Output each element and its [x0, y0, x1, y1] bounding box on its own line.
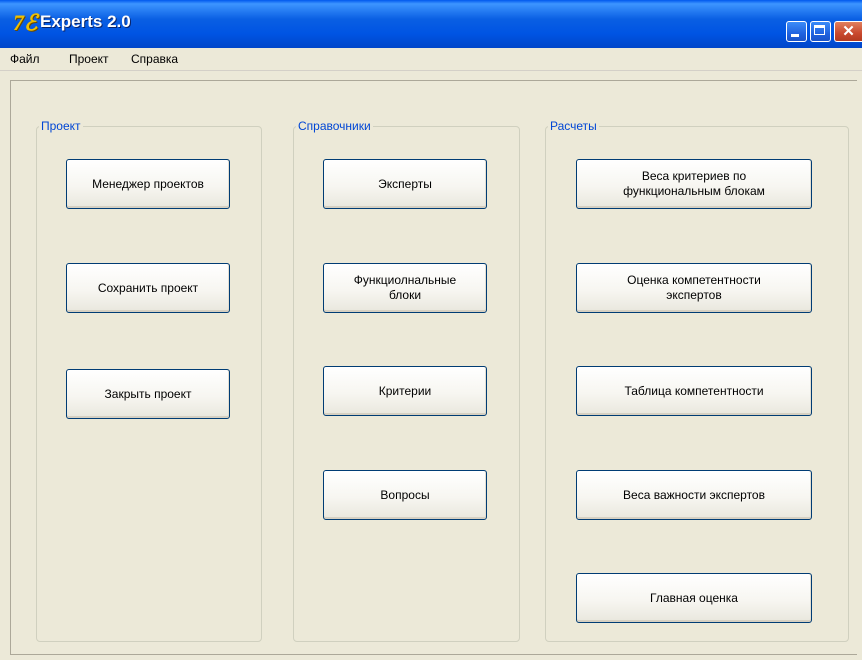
group-reference-legend: Справочники [296, 119, 373, 133]
menu-bar: Файл Проект Справка [0, 48, 862, 71]
maximize-button[interactable] [810, 21, 831, 42]
save-project-button[interactable]: Сохранить проект [66, 263, 230, 313]
menu-file[interactable]: Файл [10, 51, 40, 67]
experts-button[interactable]: Эксперты [323, 159, 487, 209]
maximize-icon [814, 25, 825, 35]
close-project-button[interactable]: Закрыть проект [66, 369, 230, 419]
functional-blocks-button[interactable]: Функциолнальные блоки [323, 263, 487, 313]
group-calculations-legend: Расчеты [548, 119, 599, 133]
criteria-button[interactable]: Критерии [323, 366, 487, 416]
title-bar[interactable]: 7ℰ Experts 2.0 ✕ [0, 0, 862, 48]
minimize-icon [791, 34, 799, 37]
main-assessment-button[interactable]: Главная оценка [576, 573, 812, 623]
close-icon: ✕ [842, 23, 855, 40]
group-project-legend: Проект [39, 119, 83, 133]
expert-weights-button[interactable]: Веса важности экспертов [576, 470, 812, 520]
competence-table-button[interactable]: Таблица компетентности [576, 366, 812, 416]
menu-help[interactable]: Справка [131, 51, 178, 67]
app-logo-icon: 7ℰ [13, 10, 38, 35]
main-panel: Проект Менеджер проектов Сохранить проек… [10, 80, 857, 655]
menu-project[interactable]: Проект [69, 51, 109, 67]
competence-assessment-button[interactable]: Оценка компетентности экспертов [576, 263, 812, 313]
project-manager-button[interactable]: Менеджер проектов [66, 159, 230, 209]
minimize-button[interactable] [786, 21, 807, 42]
window-title: Experts 2.0 [40, 12, 131, 31]
criteria-weights-button[interactable]: Веса критериев по функциональным блокам [576, 159, 812, 209]
questions-button[interactable]: Вопросы [323, 470, 487, 520]
close-button[interactable]: ✕ [834, 21, 862, 42]
